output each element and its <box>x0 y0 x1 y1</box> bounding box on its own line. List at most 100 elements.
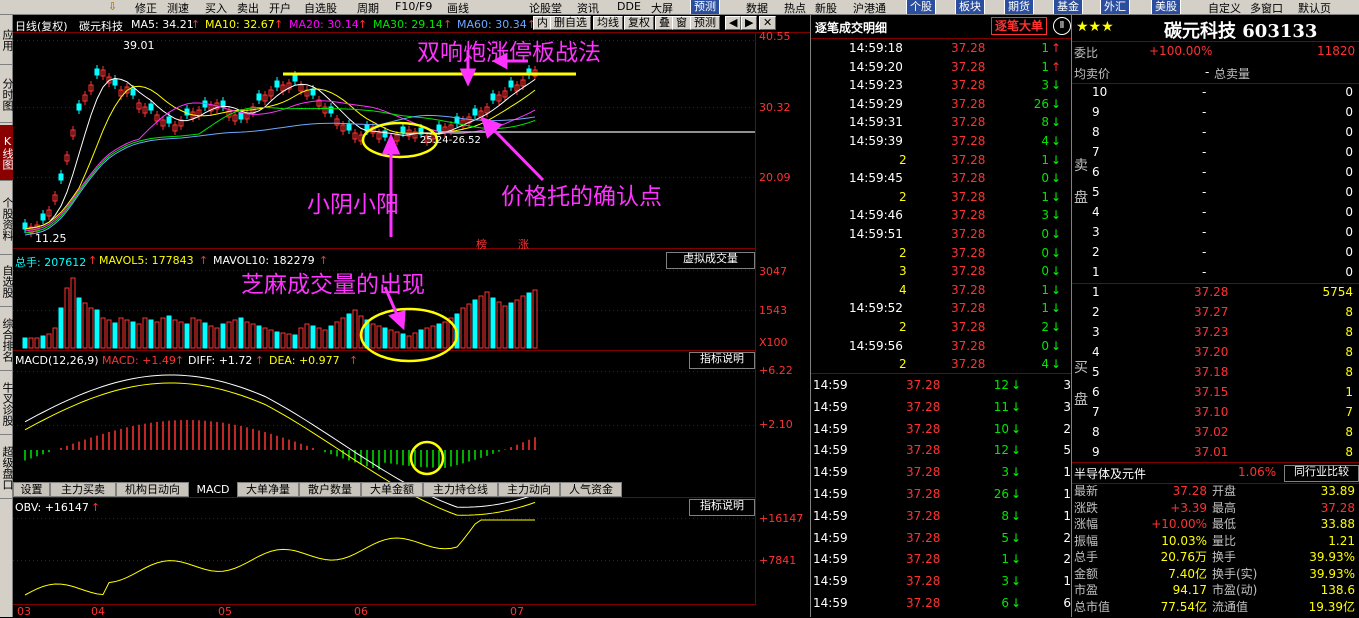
nav-watchlist[interactable]: 自选股 <box>0 257 13 307</box>
volume-bar <box>490 297 496 349</box>
annotation-arrowhead <box>388 309 406 331</box>
tape-price: 37.28 <box>951 96 986 111</box>
nav-kline[interactable]: K线图 <box>0 125 13 181</box>
tab-popularity[interactable]: 人气资金 <box>560 482 622 497</box>
arrow-down-icon[interactable]: ⇩ <box>108 0 117 13</box>
annotation-arrow <box>489 125 545 182</box>
webi-label: 委比 <box>1074 46 1099 60</box>
volume-bar <box>496 301 502 349</box>
nav-super-panel[interactable]: 超级盘口 <box>0 437 13 499</box>
minute-count: 2 <box>1063 530 1071 545</box>
tape-volume: 1 <box>1041 282 1049 297</box>
menu-item-data[interactable]: 数据 <box>746 0 768 14</box>
menu-item-news[interactable]: 资讯 <box>577 0 599 14</box>
volume-bar <box>46 333 52 349</box>
nav-stock-info[interactable]: 个股资料 <box>0 183 13 255</box>
tab-sector[interactable]: 板块 <box>955 0 985 14</box>
candle <box>508 80 514 88</box>
macd-help-button[interactable]: 指标说明 <box>689 352 755 369</box>
tape-time: 14:59:51 <box>849 227 903 241</box>
volume-bar <box>526 292 532 349</box>
menu-item-multiwindow[interactable]: 多窗口 <box>1250 0 1283 14</box>
menu-item-default-page[interactable]: 默认页 <box>1298 0 1331 14</box>
stat-row: 总手 20.76万 换手 39.93% <box>1072 549 1359 566</box>
tab-macd[interactable]: MACD <box>189 482 237 497</box>
stat-label-2: 量比 <box>1212 533 1237 548</box>
tab-settings[interactable]: 设置 <box>13 482 50 497</box>
tape-time: 2 <box>899 152 907 167</box>
volume-bar <box>484 291 490 349</box>
minute-volume: 12 <box>993 443 1009 458</box>
annotation-price-support: 价格托的确认点 <box>501 184 662 210</box>
volume-bar <box>202 322 208 349</box>
tab-big-order-net[interactable]: 大单净量 <box>237 482 299 497</box>
nav-timeshare[interactable]: 分时图 <box>0 67 13 123</box>
nav-ranking[interactable]: 综合排名 <box>0 309 13 371</box>
tab-forex[interactable]: 外汇 <box>1100 0 1130 14</box>
tab-main-movement[interactable]: 主力动向 <box>498 482 560 497</box>
range-label: 25.24-26.52 <box>420 135 481 146</box>
volume-bar <box>220 323 226 349</box>
arrow-down-icon: ↓ <box>1050 227 1061 241</box>
arrow-down-icon: ↓ <box>1050 338 1061 353</box>
annotation-double-cannon: 双响炮涨停板战法 <box>417 40 601 66</box>
nav-diagnosis[interactable]: 牛叉诊股 <box>0 373 13 435</box>
nav-app[interactable]: 应用 <box>0 15 13 65</box>
level-volume: 0 <box>1345 145 1353 159</box>
tab-institution[interactable]: 机构日动向 <box>116 482 189 497</box>
menu-item-bigscreen[interactable]: 大屏 <box>651 0 673 14</box>
virtual-volume-button[interactable]: 虚拟成交量 <box>666 252 755 269</box>
minute-count: 6 <box>1063 596 1071 610</box>
menu-item-hk-connect[interactable]: 沪港通 <box>853 0 886 14</box>
menu-item-period[interactable]: 周期 <box>357 0 379 14</box>
stat-row: 市盈 94.17 市盈(动) 138.6 <box>1072 582 1359 599</box>
menu-item-draw[interactable]: 画线 <box>447 0 469 14</box>
menu-item-open[interactable]: 开户 <box>269 0 291 14</box>
predict-button[interactable]: 预测 <box>690 0 720 14</box>
tape-time: 4 <box>899 282 907 297</box>
candle <box>238 112 244 120</box>
menu-item-speed[interactable]: 测速 <box>167 0 189 14</box>
stat-label: 总手 <box>1074 550 1099 564</box>
tab-fund[interactable]: 基金 <box>1053 0 1083 14</box>
obv-help-button[interactable]: 指标说明 <box>689 499 755 516</box>
tape-minute-row: 14:59 37.28 10 ↓ 2 <box>811 420 1071 438</box>
obv-line <box>24 519 535 596</box>
stat-value-2: 138.6 <box>1320 583 1355 597</box>
volume-bar <box>472 299 478 349</box>
menu-item-ipo[interactable]: 新股 <box>815 0 837 14</box>
menu-item-custom[interactable]: 自定义 <box>1208 0 1241 14</box>
sector-name[interactable]: 半导体及元件 <box>1074 465 1146 482</box>
menu-item-hot[interactable]: 热点 <box>784 0 806 14</box>
level-price: 37.10 <box>1194 405 1229 419</box>
level-volume: 7 <box>1345 405 1353 419</box>
menu-item-forum[interactable]: 论股堂 <box>529 0 562 14</box>
menu-item-fix[interactable]: 修正 <box>135 0 157 14</box>
tab-big-order-amount[interactable]: 大单金额 <box>361 482 423 497</box>
stat-row: 金额 7.40亿 换手(实) 39.93% <box>1072 566 1359 583</box>
tape-price: 37.28 <box>951 264 986 279</box>
tab-main-trade[interactable]: 主力买卖 <box>50 482 116 497</box>
peer-compare-button[interactable]: 同行业比较 <box>1284 465 1359 482</box>
menu-item-buy[interactable]: 买入 <box>205 0 227 14</box>
volume-bar <box>226 321 232 349</box>
menu-item-watchlist[interactable]: 自选股 <box>304 0 337 14</box>
arrow-down-icon: ↓ <box>1010 552 1021 567</box>
level-volume: 8 <box>1345 305 1353 319</box>
pause-icon[interactable]: Ⅱ <box>1053 17 1071 35</box>
volume-bar <box>22 337 28 349</box>
tab-retail-count[interactable]: 散户数量 <box>299 482 361 497</box>
menu-item-f10[interactable]: F10/F9 <box>395 0 432 13</box>
tab-stock[interactable]: 个股 <box>906 0 936 14</box>
level-volume: 0 <box>1345 125 1353 139</box>
level-price: - <box>1202 105 1207 119</box>
level-volume: 8 <box>1345 365 1353 379</box>
tab-us-stocks[interactable]: 美股 <box>1151 0 1181 14</box>
tab-futures[interactable]: 期货 <box>1004 0 1034 14</box>
menu-item-dde[interactable]: DDE <box>617 0 641 13</box>
big-order-button[interactable]: 逐笔大单 <box>991 17 1048 35</box>
volume-bar <box>142 317 148 349</box>
tab-main-position[interactable]: 主力持仓线 <box>423 482 498 497</box>
stat-row: 涨幅 +10.00% 最低 33.88 <box>1072 516 1359 533</box>
menu-item-sell[interactable]: 卖出 <box>237 0 259 14</box>
